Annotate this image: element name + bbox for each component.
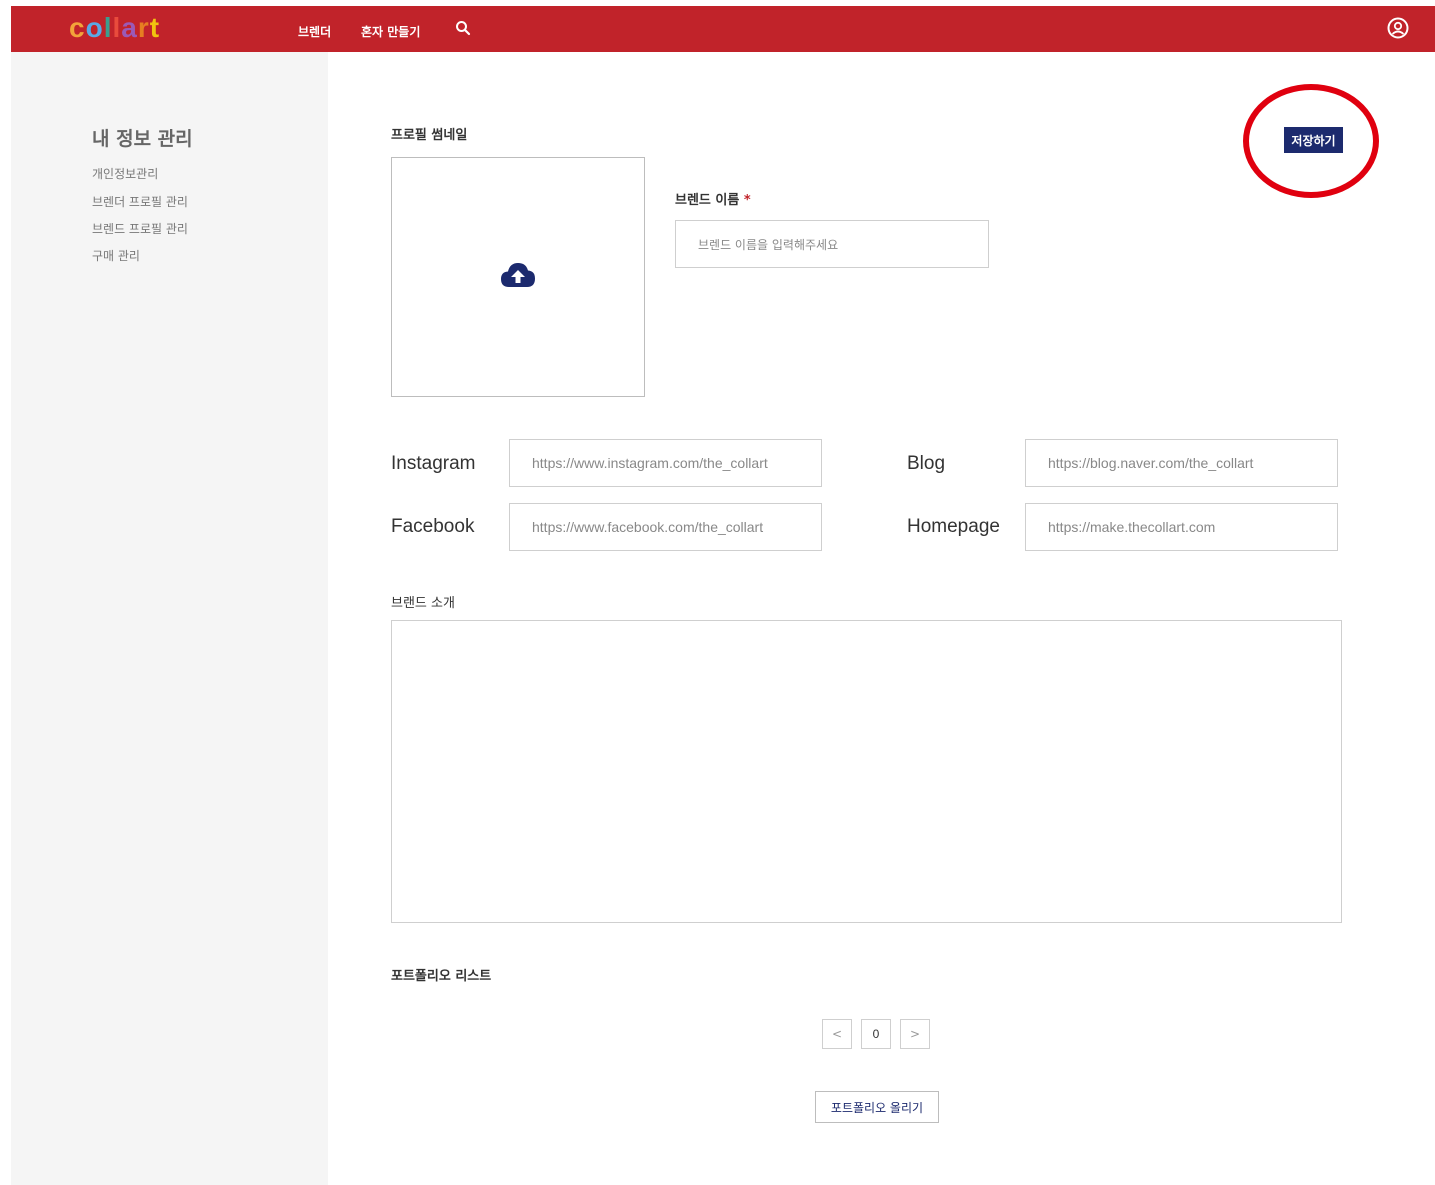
search-icon[interactable] bbox=[455, 20, 471, 36]
save-button[interactable]: 저장하기 bbox=[1284, 127, 1343, 153]
blog-input[interactable]: https://blog.naver.com/the_collart bbox=[1025, 439, 1338, 487]
brand-name-label: 브렌드 이름 * bbox=[675, 189, 751, 208]
brand-intro-textarea[interactable] bbox=[391, 620, 1342, 923]
sidebar-title: 내 정보 관리 bbox=[92, 128, 193, 150]
user-circle-icon[interactable] bbox=[1387, 17, 1409, 39]
collart-logo[interactable]: collart bbox=[69, 13, 160, 43]
pager-next-button[interactable]: > bbox=[900, 1019, 930, 1049]
portfolio-list-label: 포트폴리오 리스트 bbox=[391, 969, 492, 984]
top-navigation-bar: collart 브렌더 혼자 만들기 bbox=[11, 6, 1435, 52]
instagram-label: Instagram bbox=[391, 453, 476, 474]
pager-current-page[interactable]: 0 bbox=[861, 1019, 891, 1049]
facebook-input[interactable]: https://www.facebook.com/the_collart bbox=[509, 503, 822, 551]
blog-label: Blog bbox=[907, 453, 946, 474]
sidebar: 내 정보 관리 개인정보관리 브렌더 프로필 관리 브렌드 프로필 관리 구매 … bbox=[11, 52, 328, 1185]
instagram-input[interactable]: https://www.instagram.com/the_collart bbox=[509, 439, 822, 487]
brand-name-label-text: 브렌드 이름 bbox=[675, 193, 740, 208]
thumbnail-label: 프로필 썸네일 bbox=[391, 128, 468, 143]
sidebar-item-personal-info[interactable]: 개인정보관리 bbox=[92, 165, 158, 182]
homepage-input[interactable]: https://make.thecollart.com bbox=[1025, 503, 1338, 551]
upload-portfolio-button[interactable]: 포트폴리오 올리기 bbox=[815, 1091, 939, 1123]
facebook-label: Facebook bbox=[391, 516, 475, 537]
sidebar-item-brand-profile[interactable]: 브렌드 프로필 관리 bbox=[92, 220, 188, 237]
pager-prev-button[interactable]: < bbox=[822, 1019, 852, 1049]
sidebar-item-purchase[interactable]: 구매 관리 bbox=[92, 247, 140, 264]
required-mark: * bbox=[743, 193, 751, 208]
nav-brander[interactable]: 브렌더 bbox=[298, 23, 331, 40]
cloud-upload-icon bbox=[501, 263, 535, 287]
homepage-label: Homepage bbox=[907, 516, 1000, 537]
nav-make-alone[interactable]: 혼자 만들기 bbox=[361, 23, 420, 40]
sidebar-item-brander-profile[interactable]: 브렌더 프로필 관리 bbox=[92, 193, 188, 210]
brand-name-input[interactable]: 브렌드 이름을 입력해주세요 bbox=[675, 220, 989, 268]
brand-intro-label: 브랜드 소개 bbox=[391, 596, 455, 611]
thumbnail-upload-area[interactable] bbox=[391, 157, 645, 397]
